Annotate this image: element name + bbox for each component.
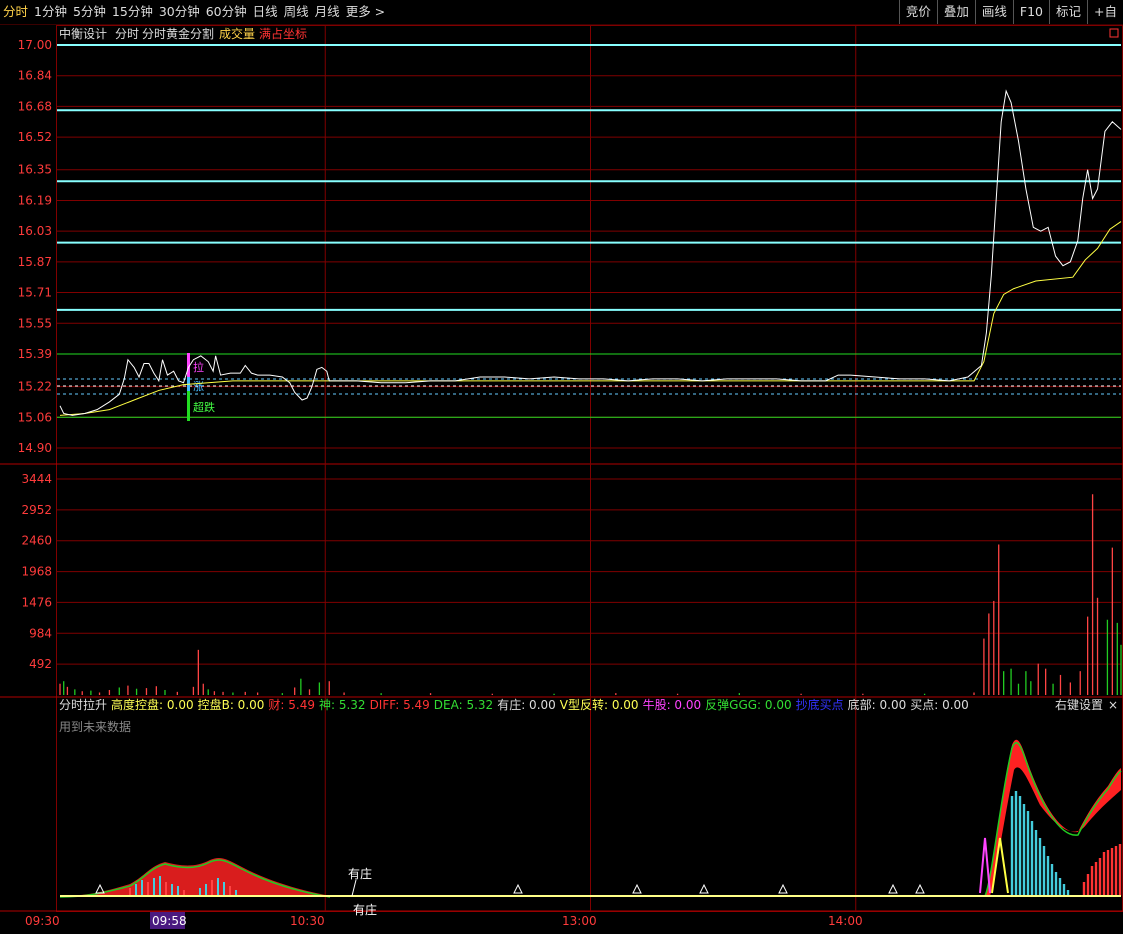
- legend-item: 有庄: 0.00: [497, 697, 556, 712]
- price-tick-label: 16.84: [18, 69, 52, 83]
- stock-chart-window: 分时 1分钟 5分钟 15分钟 30分钟 60分钟 日线 周线 月线 更多 > …: [0, 0, 1123, 934]
- golden-section-lines: [57, 44, 1121, 311]
- price-tick-label: 16.52: [18, 130, 52, 144]
- range-lines: [57, 353, 1121, 418]
- legend-item: 神: 5.32: [319, 698, 366, 712]
- bottom-marker-icon: [888, 883, 898, 894]
- legend-item: DIFF: 5.49: [370, 698, 430, 712]
- legend-item: 反弹GGG: 0.00: [705, 698, 791, 712]
- annotation-label: 有庄: [348, 866, 372, 881]
- signal-label-up: 拉: [193, 360, 204, 374]
- price-tick-label: 16.03: [18, 224, 52, 238]
- signal-bar-green: [187, 391, 190, 421]
- price-tick-label: 16.19: [18, 193, 52, 207]
- annotation-label-bottom: 有庄: [353, 902, 377, 917]
- indicator-bars: [129, 791, 1122, 896]
- price-tick-label: 15.22: [18, 380, 52, 394]
- legend-item: 抄底买点: [796, 697, 844, 712]
- price-y-axis: 17.00 16.84 16.68 16.52 16.35 16.19 16.03 15.87…: [18, 38, 52, 455]
- signal-label-mid: 涨: [193, 380, 204, 393]
- volume-tick-label: 3444: [21, 472, 52, 486]
- volume-y-axis: 3444 2952 2460 1968 1476 984 492: [21, 472, 52, 671]
- price-tick-label: 15.39: [18, 347, 52, 361]
- legend-item: 高度控盘: 0.00: [111, 697, 194, 712]
- legend-item: 底部: 0.00: [848, 697, 907, 712]
- annotation-arrow: [351, 879, 357, 897]
- bottom-marker-icon: [699, 883, 709, 894]
- price-tick-label: 15.71: [18, 286, 52, 300]
- time-label: 09:30: [25, 914, 60, 928]
- time-label: 13:00: [562, 914, 597, 928]
- legend-item: 牛股: 0.00: [643, 697, 702, 712]
- volume-tick-label: 2952: [21, 503, 52, 517]
- price-tick-label: 15.87: [18, 255, 52, 269]
- red-band-early: [60, 858, 330, 896]
- indicator-legend: 分时拉升 高度控盘: 0.00 控盘B: 0.00 财: 5.49 神: 5.32 DIF…: [59, 697, 969, 712]
- legend-item: 买点: 0.00: [910, 698, 969, 712]
- label-fenshi: 分时: [115, 27, 139, 41]
- price-tick-label: 16.35: [18, 163, 52, 177]
- price-tick-label: 15.55: [18, 316, 52, 330]
- legend-item: V型反转: 0.00: [560, 697, 639, 712]
- volume-tick-label: 1968: [21, 565, 52, 579]
- time-label: 10:30: [290, 914, 325, 928]
- chart-svg: 中衡设计 分时 分时黄金分割 成交量 满占坐标 17.0016.8416.681…: [0, 25, 1123, 929]
- signal-label-down: 超跌: [193, 400, 215, 414]
- bottom-marker-icon: [778, 883, 788, 894]
- price-tick-label: 14.90: [18, 441, 52, 455]
- legend-item: 分时拉升: [59, 697, 107, 712]
- price-tick-label: 15.06: [18, 410, 52, 424]
- panel-toggle-icon[interactable]: [1109, 28, 1119, 38]
- volume-tick-label: 1476: [21, 595, 52, 609]
- volume-tick-label: 2460: [21, 534, 52, 548]
- bottom-marker-icon: [632, 883, 642, 894]
- magenta-spike: [979, 837, 991, 894]
- stock-name: 中衡设计: [59, 26, 107, 41]
- grid-lines: [0, 26, 1123, 912]
- label-full-coordinate[interactable]: 满占坐标: [259, 26, 307, 41]
- legend-item: 控盘B: 0.00: [198, 697, 265, 712]
- label-golden-section: 分时黄金分割: [142, 26, 214, 41]
- plot-frame: [56, 25, 1123, 912]
- volume-tick-label: 492: [29, 657, 52, 671]
- bottom-marker-icon: [915, 883, 925, 894]
- time-label: 14:00: [828, 914, 863, 928]
- volume-tick-label: 984: [29, 626, 52, 640]
- price-tick-label: 16.68: [18, 99, 52, 113]
- price-tick-label: 17.00: [18, 38, 52, 52]
- bottom-marker-icon: [513, 883, 523, 894]
- close-icon[interactable]: ×: [1108, 698, 1118, 712]
- time-axis: 09:30 09:58 10:30 13:00 14:00: [25, 912, 863, 929]
- legend-item: 财: 5.49: [268, 698, 315, 712]
- settings-label[interactable]: 右键设置: [1055, 697, 1103, 712]
- time-cursor-label: 09:58: [152, 914, 187, 928]
- label-volume: 成交量: [219, 26, 255, 41]
- future-data-warning: 用到未来数据: [59, 719, 131, 734]
- legend-item: DEA: 5.32: [434, 698, 493, 712]
